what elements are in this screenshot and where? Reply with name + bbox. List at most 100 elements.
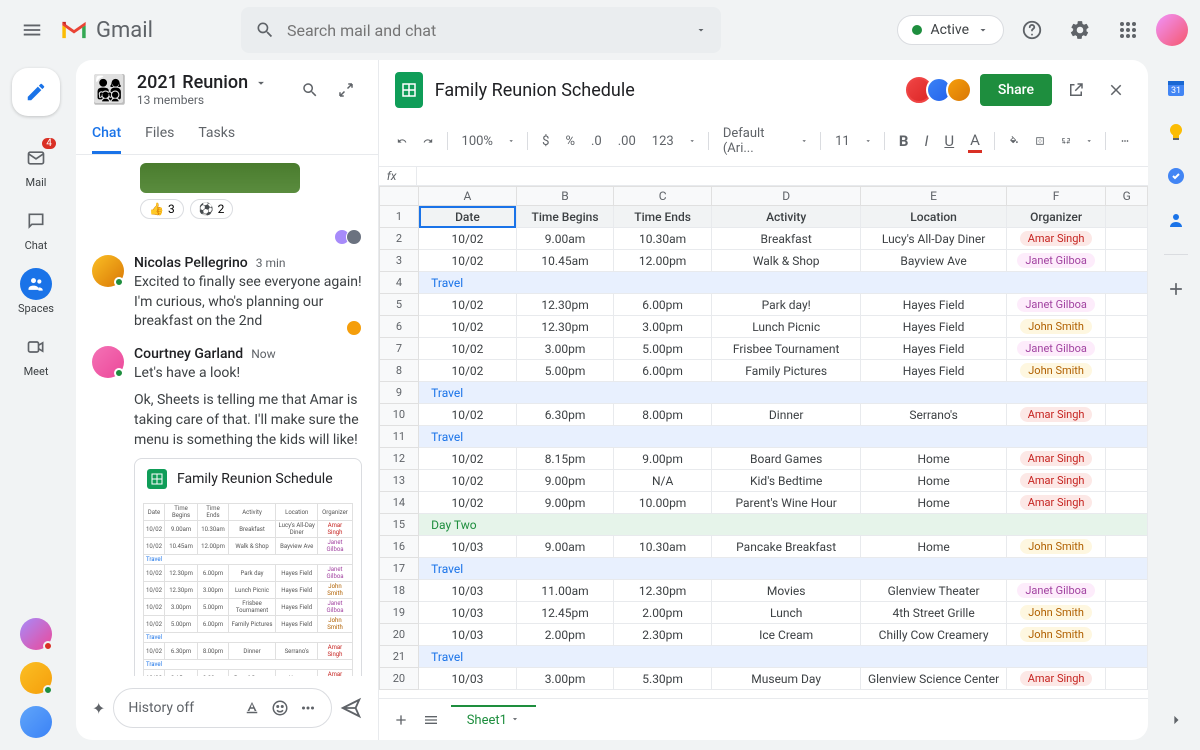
open-external-button[interactable] bbox=[1060, 74, 1092, 106]
hide-panel-icon[interactable] bbox=[1166, 710, 1186, 730]
cell[interactable]: 5.00pm bbox=[516, 360, 614, 382]
cell[interactable]: 10/02 bbox=[419, 492, 517, 514]
cell[interactable] bbox=[1106, 668, 1148, 690]
cell[interactable]: 12.45pm bbox=[516, 602, 614, 624]
cell[interactable]: Hayes Field bbox=[861, 294, 1006, 316]
cell[interactable]: Location bbox=[861, 206, 1006, 228]
fill-color-icon[interactable] bbox=[1007, 133, 1021, 149]
cell[interactable]: 6.00pm bbox=[614, 294, 712, 316]
cell[interactable]: 10/02 bbox=[419, 470, 517, 492]
font-select[interactable]: Default (Ari... bbox=[721, 124, 788, 158]
cell[interactable]: 5.30pm bbox=[614, 668, 712, 690]
cell[interactable]: 9.00pm bbox=[516, 470, 614, 492]
column-header[interactable]: E bbox=[861, 187, 1006, 206]
cell[interactable]: 3.00pm bbox=[614, 316, 712, 338]
row-header[interactable]: 21 bbox=[379, 646, 418, 668]
decrease-decimal[interactable]: .0 bbox=[589, 132, 604, 151]
cell[interactable]: Family Pictures bbox=[711, 360, 861, 382]
cell[interactable]: 10/03 bbox=[419, 602, 517, 624]
cell[interactable]: Janet Gilboa bbox=[1006, 250, 1106, 272]
cell[interactable]: Park day! bbox=[711, 294, 861, 316]
get-addons-icon[interactable] bbox=[1166, 279, 1186, 299]
tab-files[interactable]: Files bbox=[145, 115, 174, 154]
row-header[interactable]: 6 bbox=[379, 316, 418, 338]
cell[interactable]: 10.30am bbox=[614, 536, 712, 558]
sheet-attachment-card[interactable]: Family Reunion Schedule DateTime BeginsT… bbox=[134, 458, 362, 676]
cell[interactable]: Janet Gilboa bbox=[1006, 338, 1106, 360]
borders-icon[interactable] bbox=[1033, 133, 1047, 149]
cell[interactable]: Dinner bbox=[711, 404, 861, 426]
row-header[interactable]: 13 bbox=[379, 470, 418, 492]
cell[interactable]: Parent's Wine Hour bbox=[711, 492, 861, 514]
contact-avatar-3[interactable] bbox=[20, 706, 52, 738]
compose-button[interactable] bbox=[12, 68, 60, 116]
cell[interactable]: 9.00am bbox=[516, 536, 614, 558]
sheet-document-title[interactable]: Family Reunion Schedule bbox=[435, 80, 635, 101]
cell[interactable]: Home bbox=[861, 492, 1006, 514]
more-toolbar-icon[interactable] bbox=[1118, 133, 1132, 149]
redo-icon[interactable] bbox=[421, 133, 435, 149]
font-size[interactable]: 11 bbox=[833, 132, 852, 151]
nav-mail[interactable]: 4 Mail bbox=[10, 136, 62, 195]
cell[interactable]: 6.30pm bbox=[516, 404, 614, 426]
cell[interactable]: 10/02 bbox=[419, 448, 517, 470]
cell[interactable]: 10/02 bbox=[419, 360, 517, 382]
cell[interactable]: John Smith bbox=[1006, 316, 1106, 338]
cell[interactable] bbox=[1106, 294, 1148, 316]
cell[interactable]: 5.00pm bbox=[614, 338, 712, 360]
contacts-addon-icon[interactable] bbox=[1166, 210, 1186, 230]
cell[interactable]: John Smith bbox=[1006, 536, 1106, 558]
cell[interactable]: Travel bbox=[419, 382, 1148, 404]
cell[interactable]: Hayes Field bbox=[861, 360, 1006, 382]
column-header[interactable]: F bbox=[1006, 187, 1106, 206]
tasks-addon-icon[interactable] bbox=[1166, 166, 1186, 186]
cell[interactable] bbox=[1106, 206, 1148, 228]
reaction-thumbs[interactable]: 👍 3 bbox=[140, 199, 184, 219]
cell[interactable]: 2.30pm bbox=[614, 624, 712, 646]
column-header[interactable]: A bbox=[419, 187, 517, 206]
cell[interactable]: Lucy's All-Day Diner bbox=[861, 228, 1006, 250]
cell[interactable]: Frisbee Tournament bbox=[711, 338, 861, 360]
tab-tasks[interactable]: Tasks bbox=[198, 115, 235, 154]
cell[interactable]: Amar Singh bbox=[1006, 404, 1106, 426]
chevron-down-icon[interactable] bbox=[510, 714, 520, 724]
cell[interactable]: Kid's Bedtime bbox=[711, 470, 861, 492]
row-header[interactable]: 11 bbox=[379, 426, 418, 448]
cell[interactable]: Museum Day bbox=[711, 668, 861, 690]
row-header[interactable]: 16 bbox=[379, 536, 418, 558]
tab-chat[interactable]: Chat bbox=[92, 115, 121, 154]
cell[interactable]: Chilly Cow Creamery bbox=[861, 624, 1006, 646]
all-sheets-icon[interactable] bbox=[421, 710, 441, 730]
cell[interactable]: 12.30pm bbox=[516, 316, 614, 338]
cell[interactable]: 10/02 bbox=[419, 316, 517, 338]
cell[interactable]: 10.30am bbox=[614, 228, 712, 250]
row-header[interactable]: 10 bbox=[379, 404, 418, 426]
cell[interactable]: Home bbox=[861, 536, 1006, 558]
cell[interactable]: 11.00am bbox=[516, 580, 614, 602]
cell[interactable]: 10/03 bbox=[419, 624, 517, 646]
cell[interactable]: Walk & Shop bbox=[711, 250, 861, 272]
cell[interactable] bbox=[1106, 228, 1148, 250]
search-bar[interactable] bbox=[241, 7, 721, 53]
row-header[interactable]: 4 bbox=[379, 272, 418, 294]
cell[interactable]: 10/02 bbox=[419, 404, 517, 426]
nav-chat[interactable]: Chat bbox=[10, 199, 62, 258]
cell[interactable]: Travel bbox=[419, 426, 1148, 448]
cell[interactable] bbox=[1106, 316, 1148, 338]
cell[interactable]: Date bbox=[419, 206, 517, 228]
cell[interactable]: N/A bbox=[614, 470, 712, 492]
cell[interactable] bbox=[1106, 492, 1148, 514]
collapse-button[interactable] bbox=[330, 74, 362, 106]
cell[interactable]: Hayes Field bbox=[861, 316, 1006, 338]
cell[interactable]: Ice Cream bbox=[711, 624, 861, 646]
gmail-logo[interactable]: Gmail bbox=[60, 18, 153, 43]
row-header[interactable]: 20 bbox=[379, 624, 418, 646]
cell[interactable]: Glenview Theater bbox=[861, 580, 1006, 602]
cell[interactable]: 12.30pm bbox=[516, 294, 614, 316]
cell[interactable]: Organizer bbox=[1006, 206, 1106, 228]
cell[interactable]: Serrano's bbox=[861, 404, 1006, 426]
cell[interactable]: 10/03 bbox=[419, 580, 517, 602]
help-button[interactable] bbox=[1012, 10, 1052, 50]
cell[interactable]: Breakfast bbox=[711, 228, 861, 250]
share-button[interactable]: Share bbox=[980, 74, 1052, 106]
